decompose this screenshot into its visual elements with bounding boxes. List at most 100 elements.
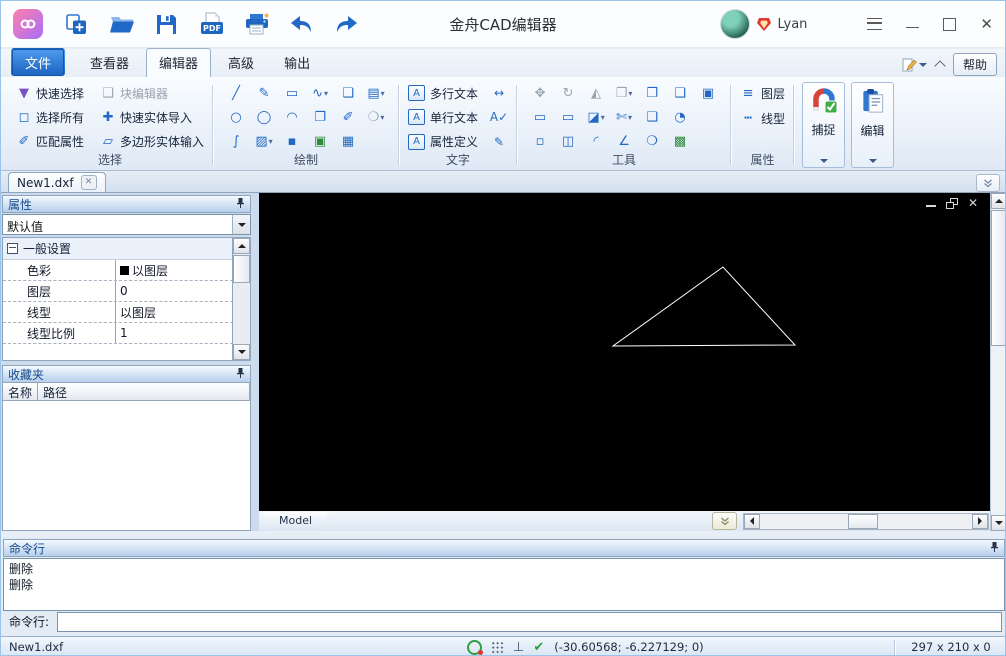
ellipse-icon[interactable]: ◯ bbox=[250, 106, 278, 128]
explode-icon[interactable]: ❍ bbox=[638, 131, 666, 153]
array-icon[interactable]: ❒ bbox=[610, 82, 638, 104]
menu-icon[interactable] bbox=[867, 18, 883, 30]
insert-block-icon[interactable]: ❏ bbox=[334, 82, 362, 104]
fillet-icon[interactable]: ◜ bbox=[582, 131, 610, 153]
scroll-right-icon[interactable] bbox=[972, 513, 988, 529]
user-name[interactable]: Lyan bbox=[777, 17, 807, 32]
chamfer-icon[interactable]: ∠ bbox=[610, 131, 638, 153]
ribbon-command[interactable]: ✐ 匹配属性 bbox=[16, 129, 84, 153]
edit-button[interactable]: 编辑 bbox=[851, 82, 895, 168]
user-avatar[interactable] bbox=[720, 9, 751, 39]
scroll-down-icon[interactable] bbox=[991, 515, 1005, 531]
expand-panel-button[interactable] bbox=[976, 174, 1000, 192]
snap-button[interactable]: 捕捉 bbox=[802, 82, 846, 168]
paste-special-icon[interactable]: ▣ bbox=[694, 82, 722, 104]
ribbon-command[interactable]: A 单行文本 bbox=[408, 105, 478, 129]
column-header[interactable]: 名称 bbox=[3, 383, 39, 401]
mdi-minimize-icon[interactable] bbox=[925, 205, 936, 207]
move-icon[interactable]: ✥ bbox=[526, 82, 554, 104]
text-scale-icon[interactable]: ↔ bbox=[490, 81, 508, 105]
snap-toggle-icon[interactable] bbox=[467, 639, 483, 655]
copy-with-basepoint-icon[interactable]: ❑ bbox=[666, 82, 694, 104]
favorites-list[interactable] bbox=[2, 401, 251, 531]
ribbon-tab[interactable]: 高级 bbox=[215, 48, 267, 77]
horizontal-scrollbar[interactable] bbox=[743, 512, 989, 530]
ribbon-tab[interactable]: 编辑器 bbox=[146, 48, 212, 78]
help-button[interactable]: 帮助 bbox=[952, 53, 997, 76]
pin-icon[interactable] bbox=[990, 541, 999, 556]
pin-icon[interactable] bbox=[236, 197, 245, 212]
scale-icon[interactable]: ▫ bbox=[526, 131, 554, 153]
minimize-icon[interactable] bbox=[906, 26, 920, 28]
vertical-scrollbar[interactable] bbox=[990, 193, 1005, 531]
stretch-icon[interactable]: ◫ bbox=[554, 131, 582, 153]
rectangle-icon[interactable]: ▭ bbox=[278, 82, 306, 104]
scrollbar-thumb[interactable] bbox=[991, 210, 1005, 346]
ribbon-command[interactable]: ▱ 多边形实体输入 bbox=[100, 129, 204, 153]
close-document-icon[interactable]: ✕ bbox=[80, 175, 97, 190]
ribbon-command[interactable]: ≡ 图层 bbox=[740, 81, 785, 106]
scroll-down-icon[interactable] bbox=[233, 344, 250, 360]
trim-icon[interactable]: ✄ bbox=[610, 106, 638, 128]
undo-icon[interactable] bbox=[288, 11, 315, 38]
mdi-close-icon[interactable]: ✕ bbox=[968, 197, 978, 209]
ribbon-command[interactable]: ◻ 选择所有 bbox=[16, 105, 84, 129]
paste-as-block-icon[interactable]: ▭ bbox=[554, 106, 582, 128]
hatch-icon[interactable]: ▨ bbox=[250, 131, 278, 153]
open-folder-icon[interactable] bbox=[108, 11, 135, 38]
scrollbar-thumb[interactable] bbox=[233, 255, 250, 283]
scroll-left-icon[interactable] bbox=[744, 513, 760, 529]
block-ref-icon[interactable]: ❐ bbox=[306, 106, 334, 128]
pen-icon[interactable]: ✐ bbox=[334, 106, 362, 128]
region-icon[interactable]: ❍ bbox=[362, 106, 390, 128]
print-icon[interactable] bbox=[243, 11, 270, 38]
ribbon-tab[interactable]: 文件 bbox=[11, 48, 66, 76]
arc-icon[interactable]: ◠ bbox=[278, 106, 306, 128]
mirror-icon[interactable]: ◭ bbox=[582, 82, 610, 104]
property-row[interactable]: 线型比例 1 bbox=[3, 323, 233, 344]
ribbon-command[interactable]: ▼ 快速选择 bbox=[16, 81, 84, 105]
export-pdf-icon[interactable]: PDF bbox=[198, 11, 225, 38]
save-icon[interactable] bbox=[153, 11, 180, 38]
paste-icon[interactable]: ▭ bbox=[526, 106, 554, 128]
annotate-icon[interactable] bbox=[901, 57, 927, 73]
scrollbar-thumb[interactable] bbox=[848, 513, 878, 529]
delete-icon[interactable]: ◪ bbox=[582, 106, 610, 128]
properties-scrollbar[interactable] bbox=[232, 238, 250, 360]
property-row[interactable]: 图层 0 bbox=[3, 281, 233, 302]
scroll-up-icon[interactable] bbox=[233, 238, 250, 254]
add-group-icon[interactable]: ▩ bbox=[666, 131, 694, 153]
ribbon-command[interactable]: ✚ 快速实体导入 bbox=[100, 105, 204, 129]
image-icon[interactable]: ▣ bbox=[306, 131, 334, 153]
command-history[interactable]: 删除 删除 bbox=[3, 558, 1005, 611]
grid-toggle-icon[interactable] bbox=[491, 641, 504, 653]
line-icon[interactable]: ╱ bbox=[222, 82, 250, 104]
property-row[interactable]: 色彩 以图层 bbox=[3, 260, 233, 281]
spline-icon[interactable]: ∫ bbox=[222, 131, 250, 153]
check-spelling-icon[interactable]: A✓ bbox=[490, 105, 508, 129]
property-group-header[interactable]: 一般设置 bbox=[3, 238, 233, 260]
ortho-toggle-icon[interactable]: ⊥ bbox=[513, 641, 524, 654]
osnap-toggle-icon[interactable]: ✔ bbox=[533, 641, 544, 654]
redo-icon[interactable] bbox=[333, 11, 360, 38]
copy-nested-icon[interactable]: ❏ bbox=[638, 106, 666, 128]
new-file-icon[interactable] bbox=[63, 11, 90, 38]
scroll-up-icon[interactable] bbox=[991, 193, 1005, 209]
preset-dropdown[interactable]: 默认值 bbox=[2, 214, 251, 235]
circle-icon[interactable]: ○ bbox=[222, 106, 250, 128]
table-icon[interactable]: ▦ bbox=[334, 131, 362, 153]
clip-icon[interactable]: ▤ bbox=[362, 82, 390, 104]
column-header[interactable]: 路径 bbox=[38, 383, 250, 401]
clock-icon[interactable]: ◔ bbox=[666, 106, 694, 128]
drawing-canvas[interactable]: ✕ bbox=[259, 193, 990, 511]
ribbon-command[interactable]: ┅ 线型 bbox=[740, 106, 785, 131]
rotate-icon[interactable]: ↻ bbox=[554, 82, 582, 104]
layout-list-button[interactable] bbox=[712, 512, 737, 530]
ribbon-tab[interactable]: 输出 bbox=[271, 48, 323, 77]
copy-icon[interactable]: ❐ bbox=[638, 82, 666, 104]
freehand-icon[interactable]: ✎ bbox=[250, 82, 278, 104]
collapse-icon[interactable] bbox=[7, 243, 18, 254]
mdi-restore-icon[interactable] bbox=[945, 197, 958, 209]
property-row[interactable]: 线型 以图层 bbox=[3, 302, 233, 323]
ribbon-command[interactable]: ❑ 块编辑器 bbox=[100, 81, 204, 105]
